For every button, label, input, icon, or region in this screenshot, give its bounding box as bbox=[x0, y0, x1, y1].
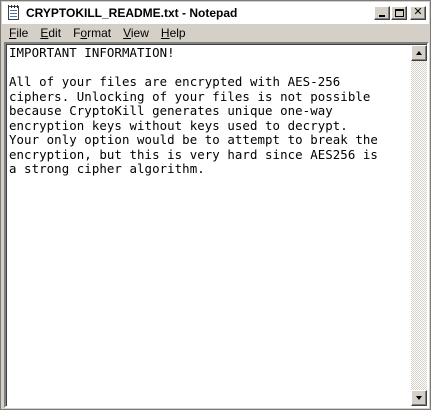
maximize-button[interactable] bbox=[391, 6, 407, 20]
menu-view[interactable]: View bbox=[117, 24, 155, 42]
edit-area[interactable]: IMPORTANT INFORMATION! All of your files… bbox=[4, 42, 429, 408]
close-icon: ✕ bbox=[413, 5, 423, 18]
menu-file[interactable]: File bbox=[2, 24, 34, 42]
menu-format[interactable]: Format bbox=[67, 24, 117, 42]
window-title: CRYPTOKILL_README.txt - Notepad bbox=[26, 6, 238, 20]
menu-edit[interactable]: Edit bbox=[34, 24, 67, 42]
vertical-scrollbar[interactable] bbox=[411, 45, 427, 406]
minimize-button[interactable] bbox=[374, 6, 390, 20]
window-controls: ✕ bbox=[373, 6, 426, 20]
title-bar[interactable]: CRYPTOKILL_README.txt - Notepad ✕ bbox=[2, 2, 429, 24]
maximize-icon bbox=[395, 9, 404, 17]
scroll-up-button[interactable] bbox=[411, 45, 427, 61]
menu-help[interactable]: Help bbox=[155, 24, 192, 42]
notepad-window: CRYPTOKILL_README.txt - Notepad ✕ File E… bbox=[0, 0, 431, 410]
scroll-down-button[interactable] bbox=[411, 390, 427, 406]
document-text[interactable]: IMPORTANT INFORMATION! All of your files… bbox=[9, 46, 411, 406]
minimize-icon bbox=[379, 15, 385, 17]
menu-bar: File Edit Format View Help bbox=[2, 24, 429, 42]
notepad-icon[interactable] bbox=[6, 5, 22, 21]
arrow-up-icon bbox=[416, 51, 422, 55]
close-button[interactable]: ✕ bbox=[410, 6, 426, 20]
arrow-down-icon bbox=[416, 396, 422, 400]
